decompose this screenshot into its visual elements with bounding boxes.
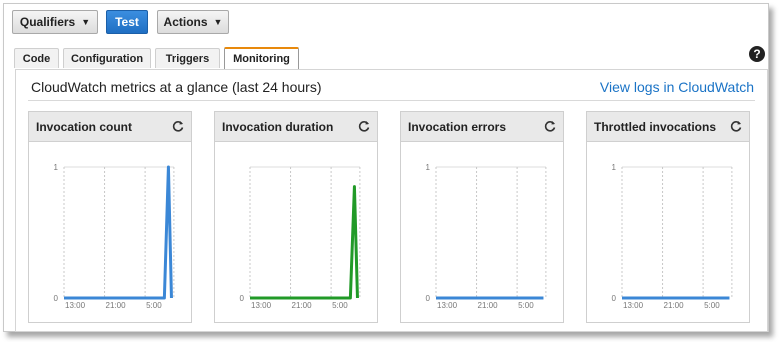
x-tick-label: 13:00 <box>437 301 458 310</box>
tab-label: Configuration <box>70 52 144 65</box>
refresh-icon[interactable] <box>357 119 371 133</box>
tab-configuration[interactable]: Configuration <box>63 48 151 68</box>
tab-label: Triggers <box>165 52 210 65</box>
panel-title: CloudWatch metrics at a glance (last 24 … <box>31 79 322 95</box>
widget-header: Invocation duration <box>215 112 377 142</box>
series-line <box>64 165 173 300</box>
x-tick-label: 13:00 <box>623 301 644 310</box>
y-tick-label: 0 <box>240 294 245 303</box>
lambda-console-frame: Qualifiers ▼ Test Actions ▼ Code Configu… <box>3 3 769 332</box>
x-tick-label: 21:00 <box>292 301 313 310</box>
tab-triggers[interactable]: Triggers <box>155 48 220 68</box>
x-tick-label: 21:00 <box>106 301 127 310</box>
qualifiers-label: Qualifiers <box>19 15 76 29</box>
refresh-icon[interactable] <box>729 119 743 133</box>
y-tick-label: 0 <box>54 294 59 303</box>
widget-title: Invocation duration <box>222 120 334 134</box>
x-tick-label: 13:00 <box>65 301 86 310</box>
refresh-icon[interactable] <box>171 119 185 133</box>
refresh-icon[interactable] <box>543 119 557 133</box>
tab-monitoring[interactable]: Monitoring <box>224 47 299 69</box>
widget-title: Invocation errors <box>408 120 507 134</box>
widget-invocation-errors: Invocation errors 1 0 13:00 21:00 5:00 <box>400 111 564 323</box>
tab-label: Code <box>22 52 51 65</box>
y-tick-label: 1 <box>54 163 59 172</box>
caret-down-icon: ▼ <box>81 17 91 27</box>
widget-invocation-duration: Invocation duration 0 13:00 21:00 5:00 <box>214 111 378 323</box>
divider <box>28 100 755 101</box>
x-tick-label: 5:00 <box>332 301 348 310</box>
view-logs-link[interactable]: View logs in CloudWatch <box>600 79 754 95</box>
y-tick-label: 0 <box>426 294 431 303</box>
x-tick-label: 5:00 <box>518 301 534 310</box>
x-tick-label: 21:00 <box>478 301 499 310</box>
y-tick-label: 1 <box>612 163 617 172</box>
chart-throttled-invocations: 1 0 13:00 21:00 5:00 <box>612 163 733 310</box>
tab-code[interactable]: Code <box>14 48 59 68</box>
chart-invocation-duration: 0 13:00 21:00 5:00 <box>240 166 361 310</box>
actions-label: Actions <box>163 15 208 29</box>
actions-button[interactable]: Actions ▼ <box>157 10 229 34</box>
qualifiers-button[interactable]: Qualifiers ▼ <box>12 10 98 34</box>
help-icon[interactable]: ? <box>749 46 765 62</box>
x-tick-label: 5:00 <box>146 301 162 310</box>
series-line <box>250 185 359 300</box>
chart-invocation-count: 1 0 13:00 21:00 5:00 <box>54 163 175 310</box>
widget-throttled-invocations: Throttled invocations 1 0 13:00 21:00 5:00 <box>586 111 750 323</box>
x-tick-label: 13:00 <box>251 301 272 310</box>
widget-title: Throttled invocations <box>594 120 717 134</box>
test-label: Test <box>115 15 139 29</box>
x-tick-label: 5:00 <box>704 301 720 310</box>
widget-header: Invocation errors <box>401 112 563 142</box>
y-tick-label: 1 <box>426 163 431 172</box>
widget-header: Invocation count <box>29 112 191 142</box>
widget-title: Invocation count <box>36 120 132 134</box>
test-button[interactable]: Test <box>106 10 148 34</box>
tab-label: Monitoring <box>233 53 290 65</box>
widget-header: Throttled invocations <box>587 112 749 142</box>
y-tick-label: 0 <box>612 294 617 303</box>
x-tick-label: 21:00 <box>664 301 685 310</box>
widget-invocation-count: Invocation count 1 0 13:00 21:00 5:00 <box>28 111 192 323</box>
chart-invocation-errors: 1 0 13:00 21:00 5:00 <box>426 163 547 310</box>
caret-down-icon: ▼ <box>213 17 223 27</box>
